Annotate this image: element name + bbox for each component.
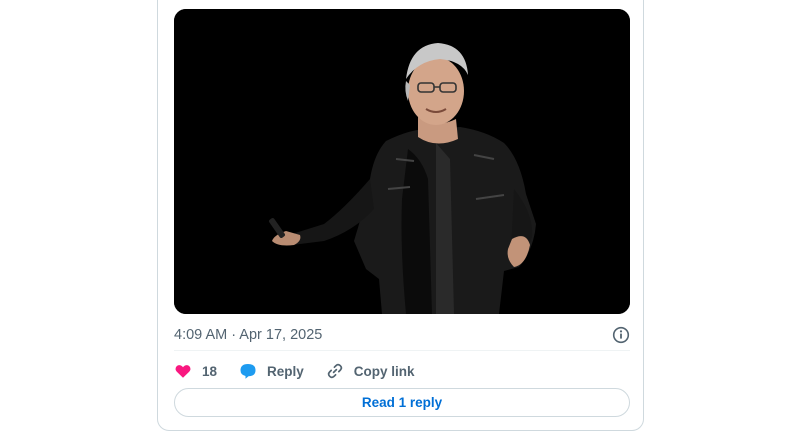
- copy-link-button[interactable]: Copy link: [326, 362, 415, 380]
- info-icon[interactable]: [612, 326, 630, 344]
- post-image[interactable]: [174, 9, 630, 314]
- read-replies-button[interactable]: Read 1 reply: [174, 388, 630, 417]
- speech-bubble-icon: [239, 362, 257, 380]
- post-card: 4:09 AM · Apr 17, 2025 18 Reply Copy lin…: [157, 0, 644, 431]
- divider: [174, 350, 630, 351]
- read-replies-label: Read 1 reply: [361, 395, 443, 410]
- heart-icon: [174, 362, 192, 380]
- reply-button[interactable]: Reply: [239, 362, 304, 380]
- action-bar: 18 Reply Copy link: [174, 359, 437, 383]
- post-meta: 4:09 AM · Apr 17, 2025: [174, 324, 630, 346]
- reply-label: Reply: [267, 363, 304, 379]
- like-count: 18: [202, 363, 218, 379]
- like-button[interactable]: 18: [174, 362, 217, 380]
- copy-link-label: Copy link: [353, 363, 415, 379]
- post-timestamp[interactable]: 4:09 AM · Apr 17, 2025: [174, 327, 322, 343]
- link-icon: [326, 362, 344, 380]
